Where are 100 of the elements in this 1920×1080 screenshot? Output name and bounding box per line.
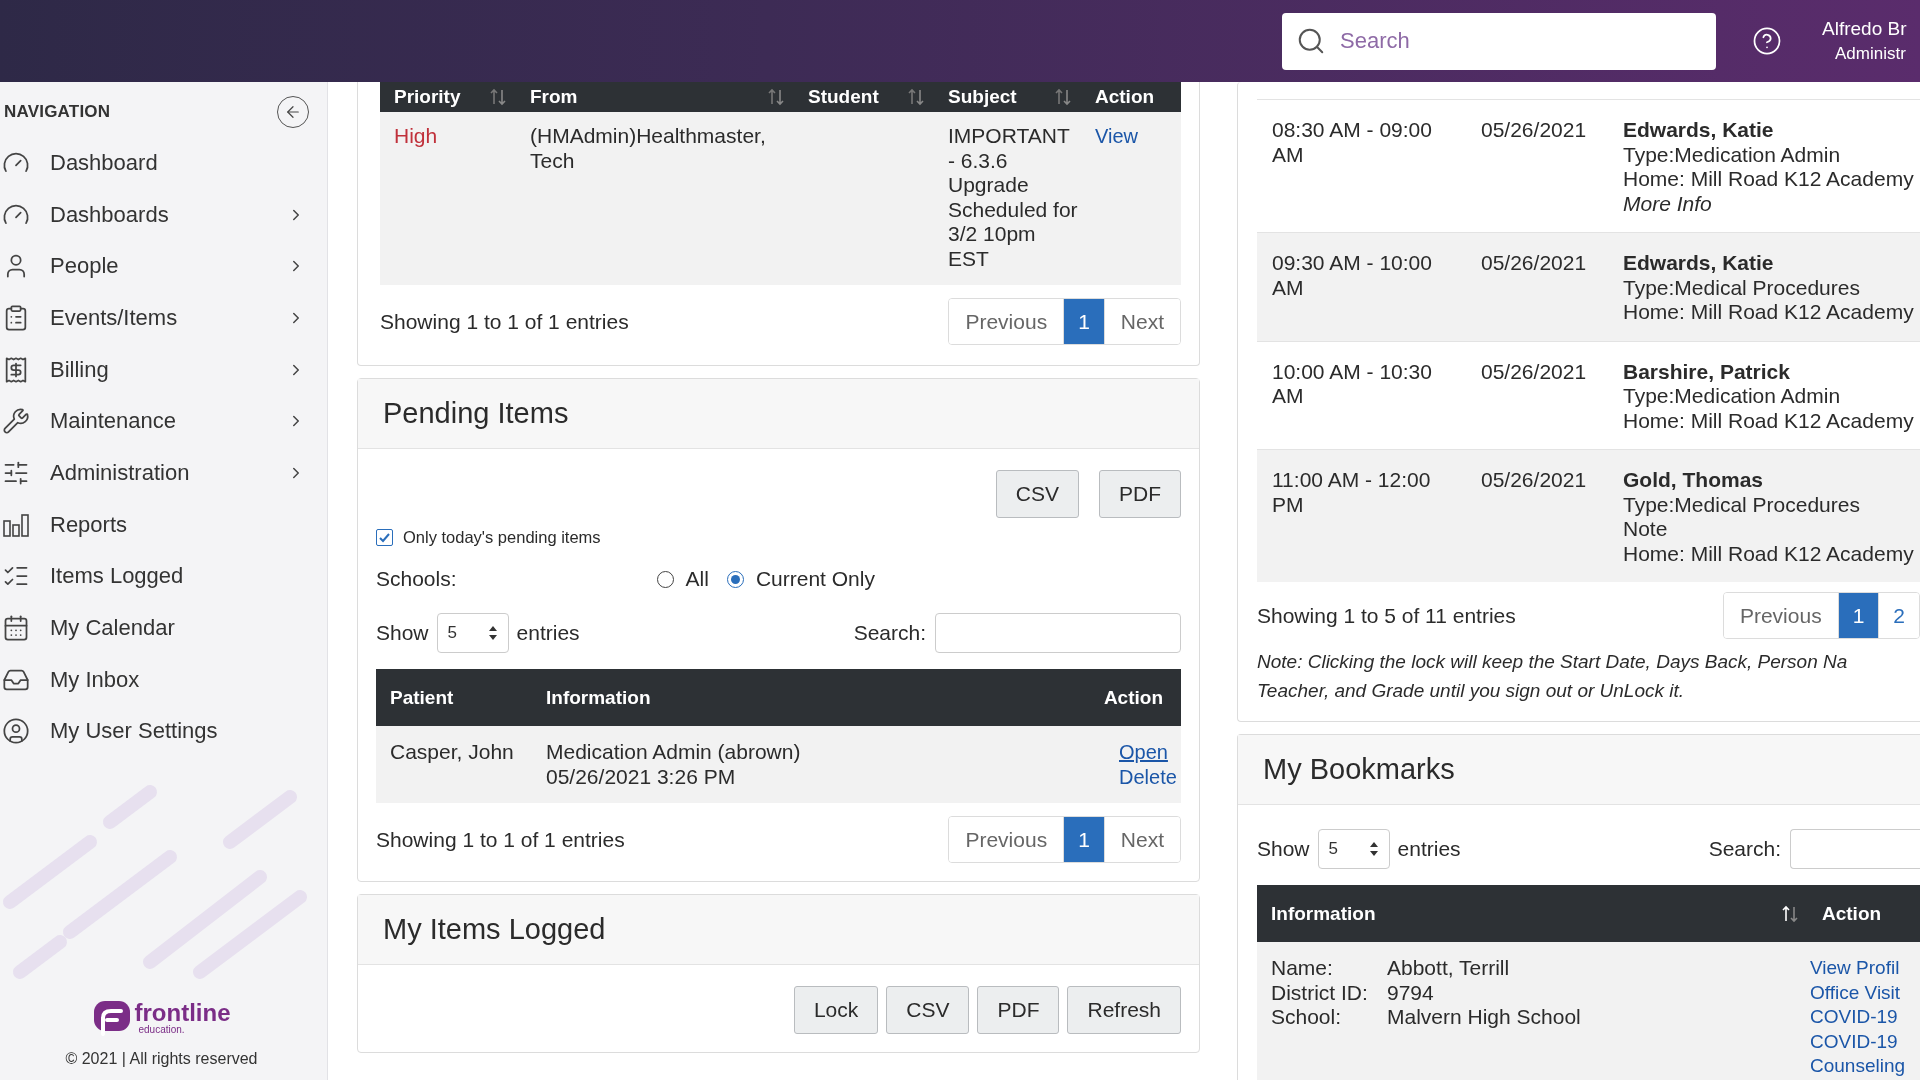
search-field[interactable]: [1790, 829, 1920, 869]
user-role: Administr: [1834, 44, 1906, 64]
checkmark-icon: [379, 532, 390, 543]
page-button[interactable]: 1: [1063, 299, 1104, 344]
entries-select[interactable]: 5: [436, 613, 509, 653]
detail-text: Type:Medication Admin: [1623, 142, 1842, 167]
toolbar-button[interactable]: Lock: [793, 986, 879, 1034]
export-button[interactable]: CSV: [995, 470, 1079, 518]
calendar-icon: [2, 614, 30, 643]
nav-item[interactable]: Billing: [0, 343, 327, 396]
export-button[interactable]: PDF: [1099, 470, 1181, 518]
detail-text: Home: Mill Road K12 Academy: [1623, 541, 1915, 566]
search-label: Search:: [853, 621, 926, 645]
page-button[interactable]: 2: [1878, 593, 1919, 638]
up-down-caret-icon: [487, 625, 498, 641]
nav-item[interactable]: Reports: [0, 498, 327, 551]
nav-item[interactable]: People: [0, 240, 327, 293]
sort-icon[interactable]: [1780, 903, 1800, 924]
column-header[interactable]: Student: [808, 86, 926, 108]
action-link[interactable]: COVID-19: [1810, 1029, 1920, 1054]
field-label: District ID:: [1271, 980, 1369, 1005]
table-cell-text: Medication Admin (abrown): [546, 740, 802, 765]
next-button[interactable]: Next: [1103, 299, 1180, 344]
show-label: Show: [376, 621, 429, 645]
person-name: Gold, Thomas: [1623, 468, 1764, 493]
entries-label: entries: [516, 621, 580, 645]
column-header[interactable]: From: [530, 86, 786, 108]
table-cell-text: 05/26/2021 3:26 PM: [546, 764, 737, 789]
user-name: Alfredo Br: [1822, 18, 1907, 40]
wrench-icon: [2, 407, 30, 436]
person-name: Barshire, Patrick: [1623, 359, 1791, 384]
show-label: Show: [1257, 837, 1310, 861]
nav-item[interactable]: Dashboards: [0, 188, 327, 241]
entries-info: Showing 1 to 1 of 1 entries: [376, 827, 625, 852]
date-cell-text: 05/26/2021: [1480, 359, 1588, 385]
column-header: Patient: [389, 686, 455, 709]
user-circle-icon: [2, 717, 30, 746]
entries-select[interactable]: 5: [1317, 829, 1390, 869]
time-cell-text: 08:30 AM - 09:00 AM: [1272, 118, 1433, 168]
action-link[interactable]: Counseling: [1810, 1054, 1920, 1079]
nav-item[interactable]: My Inbox: [0, 653, 327, 706]
date-cell-text: 05/26/2021: [1480, 118, 1588, 143]
detail-text: Type:Medication Admin: [1623, 384, 1842, 409]
lock-note: Note: Clicking the lock will keep the Start Date, Days Back, Person Na Teacher, and Grade until you sign out or UnLock it.: [1257, 650, 1849, 703]
nav-item[interactable]: Items Logged: [0, 550, 327, 603]
table-cell-text: (HMAdmin)Healthmaster, Tech: [529, 124, 767, 173]
search-field[interactable]: Search: [1282, 12, 1716, 70]
nav-item[interactable]: My Calendar: [0, 602, 327, 654]
field-label: School:: [1271, 1005, 1343, 1030]
column-header: Action: [1102, 686, 1164, 709]
search-field[interactable]: [935, 613, 1181, 653]
school-radio[interactable]: All: [656, 567, 709, 591]
action-link[interactable]: Delete: [1119, 764, 1181, 789]
search-label: Search:: [1708, 837, 1781, 861]
action-link[interactable]: Open: [1119, 740, 1181, 765]
person-name: Edwards, Katie: [1623, 118, 1775, 143]
nav-item[interactable]: Events/Items: [0, 292, 327, 344]
help-button[interactable]: [1752, 26, 1782, 56]
toolbar-button[interactable]: CSV: [886, 986, 970, 1034]
entries-label: entries: [1397, 837, 1461, 861]
toolbar-button[interactable]: Refresh: [1067, 986, 1181, 1034]
priority-text: High: [393, 124, 439, 149]
nav-item[interactable]: Administration: [0, 447, 327, 499]
school-radio[interactable]: Current Only: [726, 567, 875, 591]
field-value: 9794: [1387, 980, 1435, 1005]
entries-info: Showing 1 to 1 of 1 entries: [380, 309, 629, 334]
action-link[interactable]: Office Visit: [1810, 980, 1920, 1005]
toolbar-button[interactable]: PDF: [977, 986, 1060, 1034]
action-link[interactable]: COVID-19: [1810, 1005, 1920, 1030]
pending-filter-checkbox[interactable]: Only today's pending items: [376, 528, 1181, 547]
panel-title: Pending Items: [383, 397, 569, 430]
view-link[interactable]: View: [1095, 124, 1181, 149]
column-header[interactable]: Action: [1822, 902, 1912, 925]
time-cell-text: 09:30 AM - 10:00 AM: [1272, 251, 1433, 301]
table-cell-text: IMPORTANT - 6.3.6 Upgrade Scheduled for 3/2 10pm EST: [947, 124, 1079, 271]
field-value: Abbott, Terrill: [1387, 956, 1511, 981]
nav-item[interactable]: Dashboard: [0, 137, 327, 189]
column-header[interactable]: Priority: [394, 86, 508, 108]
navigation-heading: NAVIGATION: [4, 102, 111, 122]
nav-item[interactable]: My User Settings: [0, 705, 327, 758]
column-header[interactable]: Information: [1271, 902, 1800, 925]
field-label: Name:: [1271, 956, 1334, 981]
action-link[interactable]: View Profil: [1810, 956, 1920, 981]
page-button[interactable]: 1: [1837, 593, 1879, 638]
nav-item[interactable]: Maintenance: [0, 395, 327, 448]
column-header[interactable]: Action: [1095, 86, 1173, 108]
panel-title: My Bookmarks: [1263, 753, 1455, 786]
detail-text: Note: [1623, 517, 1669, 542]
entries-info: Showing 1 to 5 of 11 entries: [1257, 603, 1516, 628]
page-button[interactable]: 1: [1063, 817, 1104, 862]
more-info-text: More Info: [1623, 191, 1713, 216]
next-button[interactable]: Next: [1103, 817, 1180, 862]
person-name: Edwards, Katie: [1623, 251, 1775, 276]
patient-name: Casper, John: [389, 740, 515, 765]
detail-text: Home: Mill Road K12 Academy: [1623, 408, 1915, 433]
column-header[interactable]: Subject: [948, 86, 1073, 108]
detail-text: Home: Mill Road K12 Academy: [1623, 300, 1915, 325]
field-value: Malvern High School: [1387, 1005, 1582, 1030]
time-cell-text: 10:00 AM - 10:30 AM: [1272, 359, 1433, 409]
panel-title: My Items Logged: [383, 913, 606, 946]
